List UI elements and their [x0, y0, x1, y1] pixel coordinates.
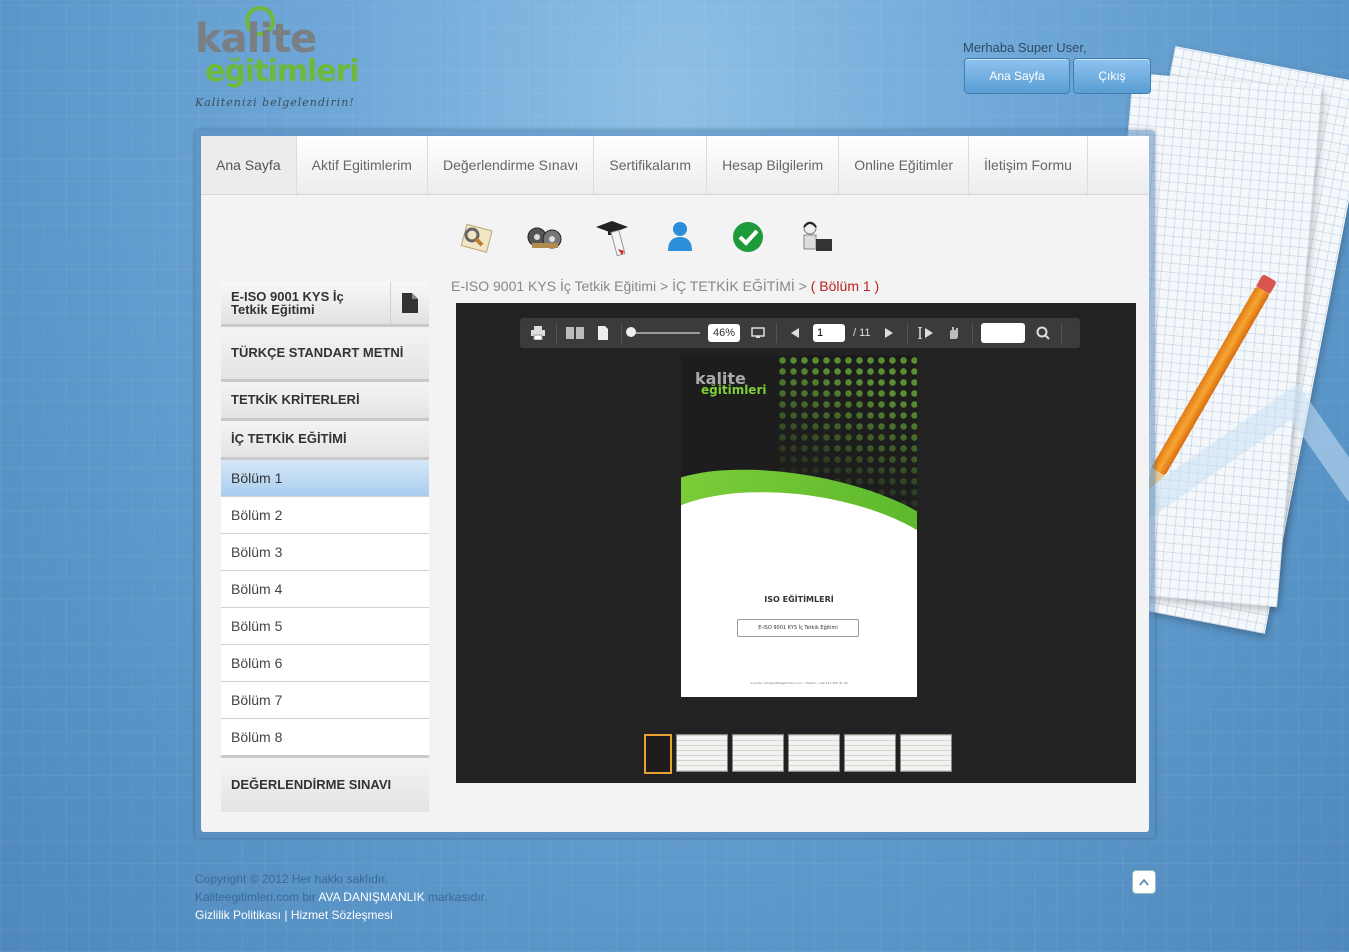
thumbnail-page-1[interactable] [644, 734, 672, 774]
cover-logo-bottom: eğitimleri [701, 383, 767, 397]
tab-online-trainings[interactable]: Online Eğitimler [839, 136, 970, 194]
thumbnail-page-6[interactable] [900, 734, 952, 772]
cover-subtitle: E-ISO 9001 KYS İç Tetkik Eğitimi [737, 619, 859, 637]
two-page-view-icon[interactable] [565, 323, 585, 343]
footer-brand-prefix: Kaliteegitimleri.com bir [195, 890, 316, 904]
text-select-icon[interactable] [916, 323, 936, 343]
sidebar-category-internal-audit[interactable]: İÇ TETKİK EĞİTİMİ [221, 421, 429, 460]
main-nav: Ana Sayfa Aktif Egitimlerim Değerlendirm… [201, 136, 1149, 195]
footer-divider: | [284, 908, 288, 922]
user-icon[interactable] [660, 216, 700, 258]
footer-links: Gizlilik Politikası | Hizmet Sözleşmesi [195, 906, 487, 924]
sidebar-header: E-ISO 9001 KYS İç Tetkik Eğitimi [221, 282, 429, 327]
toolbar-divider [1060, 323, 1062, 343]
thumbnail-strip [644, 734, 952, 774]
page-total: / 11 [853, 327, 871, 339]
sidebar-item-bolum-4[interactable]: Bölüm 4 [221, 571, 429, 608]
sidebar-category-audit-criteria[interactable]: TETKİK KRİTERLERİ [221, 382, 429, 421]
previous-page-icon[interactable] [785, 323, 805, 343]
sidebar-category-evaluation-exam[interactable]: DEĞERLENDİRME SINAVI [221, 758, 429, 812]
breadcrumb: E-ISO 9001 KYS İç Tetkik Eğitimi > İÇ TE… [451, 278, 879, 294]
sidebar-item-bolum-1[interactable]: Bölüm 1 [221, 460, 429, 497]
print-icon[interactable] [528, 323, 548, 343]
home-button[interactable]: Ana Sayfa [964, 58, 1070, 94]
footer-brand-link[interactable]: AVA DANIŞMANLIK [318, 890, 424, 904]
single-page-view-icon[interactable] [593, 323, 613, 343]
tab-active-trainings[interactable]: Aktif Egitimlerim [297, 136, 428, 194]
cover-footer: e-posta: info@kaliteegitimleri.com • Tel… [750, 681, 848, 685]
support-agent-icon[interactable] [796, 216, 836, 258]
logo-slogan: Kalitenizi belgelendirin! [195, 96, 355, 109]
zoom-slider[interactable] [626, 327, 700, 337]
breadcrumb-course[interactable]: E-ISO 9001 KYS İç Tetkik Eğitimi [451, 278, 656, 294]
document-viewer: 46% / 11 [456, 303, 1136, 783]
site-logo[interactable]: kalite eğitimleri Kalitenizi belgelendir… [195, 6, 365, 112]
breadcrumb-separator: > [656, 278, 673, 294]
toolbar-divider [971, 323, 973, 343]
course-sidebar: E-ISO 9001 KYS İç Tetkik Eğitimi TÜRKÇE … [221, 282, 429, 812]
site-footer: Copyright © 2012 Her hakkı saklıdır. Kal… [195, 870, 487, 924]
sidebar-category-standard-text[interactable]: TÜRKÇE STANDART METNİ [221, 327, 429, 382]
tab-home[interactable]: Ana Sayfa [201, 136, 297, 194]
content-area: Ana Sayfa Aktif Egitimlerim Değerlendirm… [201, 136, 1149, 832]
hand-pan-icon[interactable] [944, 323, 964, 343]
next-page-icon[interactable] [879, 323, 899, 343]
thumbnail-page-5[interactable] [844, 734, 896, 772]
sidebar-item-bolum-8[interactable]: Bölüm 8 [221, 719, 429, 758]
thumbnail-page-4[interactable] [788, 734, 840, 772]
toolbar-divider [906, 323, 908, 343]
page-number-input[interactable] [813, 324, 845, 342]
footer-copyright: Copyright © 2012 Her hakkı saklıdır. [195, 872, 388, 886]
terms-of-service-link[interactable]: Hizmet Sözleşmesi [291, 908, 393, 922]
sidebar-item-bolum-5[interactable]: Bölüm 5 [221, 608, 429, 645]
search-input[interactable] [980, 323, 1025, 343]
toolbar-divider [556, 323, 557, 343]
viewer-toolbar: 46% / 11 [520, 318, 1080, 348]
search-document-icon[interactable] [456, 216, 496, 258]
scroll-to-top-button[interactable] [1132, 870, 1156, 894]
tab-contact-form[interactable]: İletişim Formu [969, 136, 1088, 194]
thumbnail-page-3[interactable] [732, 734, 784, 772]
zoom-level[interactable]: 46% [708, 324, 740, 342]
breadcrumb-separator: > [794, 278, 811, 294]
sidebar-item-bolum-6[interactable]: Bölüm 6 [221, 645, 429, 682]
document-page: kalite eğitimleri ISO EĞİTİMLERİ E-ISO 9… [681, 355, 917, 697]
chevron-up-icon [1139, 878, 1149, 886]
checkmark-icon[interactable] [728, 216, 768, 258]
user-greeting: Merhaba Super User, [963, 40, 1087, 55]
toolbar-divider [776, 323, 777, 343]
main-panel: Ana Sayfa Aktif Egitimlerim Değerlendirm… [195, 130, 1155, 838]
breadcrumb-current: ( Bölüm 1 ) [810, 278, 880, 294]
logout-button[interactable]: Çıkış [1073, 58, 1151, 94]
tab-evaluation-exam[interactable]: Değerlendirme Sınavı [428, 136, 595, 194]
footer-brand-line: Kaliteegitimleri.com bir AVA DANIŞMANLIK… [195, 888, 487, 906]
zoom-slider-knob[interactable] [626, 327, 636, 337]
sidebar-item-bolum-7[interactable]: Bölüm 7 [221, 682, 429, 719]
graduation-diploma-icon[interactable] [592, 216, 632, 258]
privacy-policy-link[interactable]: Gizlilik Politikası [195, 908, 281, 922]
thumbnail-page-2[interactable] [676, 734, 728, 772]
logo-text-bottom: eğitimleri [205, 54, 360, 89]
quick-icon-row [456, 216, 836, 258]
tab-certificates[interactable]: Sertifikalarım [594, 136, 708, 194]
footer-brand-suffix: markasıdır. [427, 890, 488, 904]
tab-account-info[interactable]: Hesap Bilgilerim [707, 136, 840, 194]
sidebar-title: E-ISO 9001 KYS İç Tetkik Eğitimi [231, 289, 344, 317]
search-icon[interactable] [1033, 323, 1053, 343]
sidebar-item-bolum-2[interactable]: Bölüm 2 [221, 497, 429, 534]
film-reels-icon[interactable] [524, 216, 564, 258]
document-icon[interactable] [390, 282, 429, 324]
cover-title: ISO EĞİTİMLERİ [764, 595, 834, 604]
sidebar-item-bolum-3[interactable]: Bölüm 3 [221, 534, 429, 571]
fullscreen-icon[interactable] [748, 323, 768, 343]
breadcrumb-section[interactable]: İÇ TETKİK EĞİTİMİ [672, 278, 795, 294]
toolbar-divider [621, 323, 622, 343]
